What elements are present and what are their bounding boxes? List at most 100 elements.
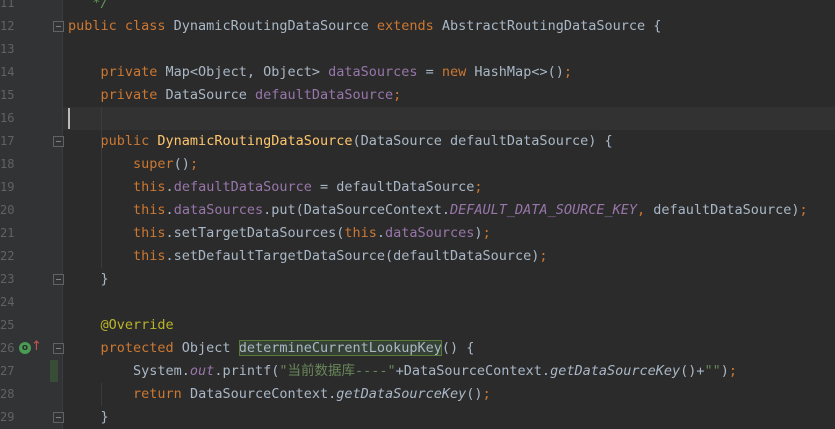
code-token: (): [173, 156, 190, 172]
highlighted-identifier: determineCurrentLookupKey: [238, 340, 442, 356]
code-token: out: [189, 363, 215, 379]
line-number: 24: [0, 295, 15, 309]
indent-guide: [100, 107, 102, 268]
code-line[interactable]: this.setTargetDataSources(this.dataSourc…: [68, 222, 491, 245]
code-token: DEFAULT_DATA_SOURCE_KEY: [450, 202, 637, 218]
code-token: protected: [100, 340, 182, 356]
line-number: 12: [0, 19, 15, 33]
code-token: dataSources: [173, 202, 264, 218]
line-number: 26: [0, 341, 15, 355]
current-line-highlight: [63, 107, 835, 130]
code-token: dataSources: [328, 64, 418, 80]
code-line[interactable]: public DynamicRoutingDataSource(DataSour…: [68, 130, 613, 153]
code-token: AbstractRoutingDataSource {: [441, 18, 662, 34]
fold-toggle-icon[interactable]: [53, 274, 64, 285]
code-line[interactable]: private Map<Object, Object> dataSources …: [68, 61, 572, 84]
code-token: .setTargetDataSources(: [165, 225, 345, 241]
code-token: =: [417, 64, 442, 80]
code-token: ;: [393, 87, 402, 103]
code-token: getDataSourceKey: [336, 386, 467, 402]
code-token: defaultDataSource): [653, 202, 800, 218]
code-token: Object: [181, 340, 239, 356]
code-token: DynamicRoutingDataSource: [157, 133, 353, 149]
code-token: DataSourceContext.: [189, 386, 337, 402]
code-token: .printf(: [214, 363, 280, 379]
code-line[interactable]: protected Object determineCurrentLookupK…: [68, 337, 474, 360]
code-token: ): [474, 225, 483, 241]
code-token: extends: [376, 18, 442, 34]
code-token: DataSource: [165, 87, 255, 103]
code-token: Map<Object, Object>: [165, 64, 329, 80]
code-token: (DataSource defaultDataSource) {: [352, 133, 613, 149]
code-line[interactable]: System.out.printf("当前数据库----"+DataSource…: [68, 360, 737, 383]
code-token: ): [720, 363, 729, 379]
code-token: this: [133, 248, 166, 264]
code-line[interactable]: this.setDefaultTargetDataSource(defaultD…: [68, 245, 548, 268]
fold-toggle-icon[interactable]: [53, 412, 64, 423]
code-token: new: [441, 64, 475, 80]
code-token: ,: [636, 202, 654, 218]
code-token: "当前数据库----": [279, 363, 396, 379]
code-token: this: [344, 225, 377, 241]
line-number: 20: [0, 203, 15, 217]
line-number: 14: [0, 65, 15, 79]
code-line[interactable]: @Override: [68, 314, 174, 337]
code-token: this: [133, 202, 166, 218]
code-token: */: [92, 0, 109, 11]
code-token: (): [466, 386, 483, 402]
override-icon[interactable]: o: [19, 342, 31, 354]
code-token: ;: [189, 156, 199, 172]
code-line[interactable]: private DataSource defaultDataSource;: [68, 84, 402, 107]
fold-toggle-icon[interactable]: [53, 21, 64, 32]
code-token: .: [165, 179, 174, 195]
code-line[interactable]: public class DynamicRoutingDataSource ex…: [68, 15, 661, 38]
line-number: 17: [0, 134, 15, 148]
code-token: System.: [68, 363, 190, 379]
code-token: ;: [799, 202, 808, 218]
code-token: ;: [474, 179, 483, 195]
gutter-separator: [62, 0, 63, 429]
code-token: DynamicRoutingDataSource: [173, 18, 377, 34]
line-number: 16: [0, 111, 15, 125]
code-line[interactable]: }: [68, 268, 109, 291]
code-token: super: [133, 156, 174, 172]
code-line[interactable]: this.dataSources.put(DataSourceContext.D…: [68, 199, 808, 222]
fold-toggle-icon[interactable]: [53, 136, 64, 147]
code-token: @Override: [100, 317, 174, 333]
line-number: 22: [0, 249, 15, 263]
line-number: 27: [0, 364, 15, 378]
modified-line-marker[interactable]: [50, 360, 58, 382]
code-token: ;: [563, 64, 572, 80]
code-token: .: [165, 202, 174, 218]
line-number: 18: [0, 157, 15, 171]
code-token: () {: [441, 340, 475, 356]
code-token: "": [704, 363, 721, 379]
code-token: getDataSourceKey: [550, 363, 681, 379]
code-token: public class: [68, 18, 174, 34]
code-token: +DataSourceContext.: [395, 363, 551, 379]
up-arrow-icon[interactable]: ↑: [31, 338, 42, 356]
code-line[interactable]: super();: [68, 153, 198, 176]
code-line[interactable]: }: [68, 406, 109, 429]
code-token: ;: [728, 363, 738, 379]
code-token: this: [133, 179, 166, 195]
code-token: }: [68, 409, 109, 425]
code-token: public: [100, 133, 158, 149]
code-token: ;: [539, 248, 548, 264]
fold-toggle-icon[interactable]: [53, 343, 64, 354]
indent-guide: [100, 383, 102, 406]
code-line[interactable]: */: [68, 0, 109, 15]
code-line[interactable]: this.defaultDataSource = defaultDataSour…: [68, 176, 483, 199]
code-token: .setDefaultTargetDataSource(defaultDataS…: [165, 248, 540, 264]
code-editor[interactable]: o ↑ */ public class DynamicRoutingDataSou…: [0, 0, 835, 429]
code-token: .put(DataSourceContext.: [263, 202, 451, 218]
code-token: dataSources: [385, 225, 475, 241]
code-line[interactable]: return DataSourceContext.getDataSourceKe…: [68, 383, 491, 406]
line-number: 29: [0, 410, 15, 424]
line-number: 23: [0, 272, 15, 286]
code-token: HashMap<>(): [474, 64, 564, 80]
